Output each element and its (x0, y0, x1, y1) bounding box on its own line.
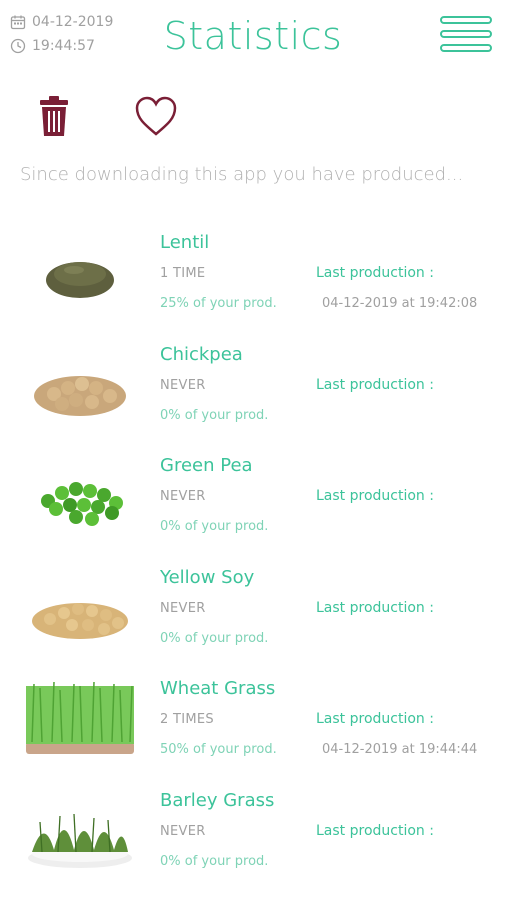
list-item-wheat-grass[interactable]: Wheat Grass 2 TIMES 50% of your prod. La… (0, 676, 506, 788)
item-times: NEVER (160, 377, 206, 393)
item-name: Barley Grass (160, 789, 275, 811)
chickpea-image (34, 375, 126, 416)
item-times: 2 TIMES (160, 712, 214, 728)
intro-text: Since downloading this app you have prod… (20, 164, 464, 185)
last-production-date: 04-12-2019 at 19:42:08 (322, 296, 478, 311)
list-item-green-pea[interactable]: Green Pea NEVER 0% of your prod. Last pr… (0, 453, 506, 565)
barley-grass-image (28, 813, 132, 868)
last-production-label: Last production : (316, 599, 434, 616)
item-times: 1 TIME (160, 266, 206, 281)
item-times: NEVER (160, 600, 206, 616)
item-percent: 0% of your prod. (160, 519, 269, 535)
item-name: Green Pea (160, 455, 253, 477)
list-item-chickpea[interactable]: Chickpea NEVER 0% of your prod. Last pro… (0, 342, 506, 454)
production-list: Lentil 1 TIME 25% of your prod. Last pro… (0, 230, 506, 900)
hamburger-menu-icon[interactable] (440, 16, 492, 56)
item-name: Lentil (160, 232, 210, 253)
item-percent: 50% of your prod. (160, 742, 277, 758)
last-production-label: Last production : (316, 711, 434, 728)
item-name: Chickpea (160, 343, 243, 365)
list-item-lentil[interactable]: Lentil 1 TIME 25% of your prod. Last pro… (0, 230, 506, 342)
item-percent: 25% of your prod. (160, 296, 277, 311)
item-percent: 0% of your prod. (160, 853, 269, 869)
last-production-label: Last production : (316, 822, 434, 839)
list-item-yellow-soy[interactable]: Yellow Soy NEVER 0% of your prod. Last p… (0, 565, 506, 677)
yellow-soy-image (32, 602, 128, 639)
lentil-image (46, 262, 114, 298)
last-production-label: Last production : (316, 488, 434, 505)
green-pea-image (41, 482, 123, 527)
page-title: Statistics (163, 14, 343, 58)
item-times: NEVER (160, 823, 206, 839)
trash-icon[interactable] (32, 94, 76, 138)
item-percent: 0% of your prod. (160, 407, 269, 423)
last-production-date: 04-12-2019 at 19:44:44 (322, 742, 478, 758)
last-production-label: Last production : (316, 376, 434, 393)
action-icons (32, 94, 178, 138)
list-item-barley-grass[interactable]: Barley Grass NEVER 0% of your prod. Last… (0, 788, 506, 900)
wheat-grass-image (26, 682, 134, 755)
item-name: Wheat Grass (160, 678, 276, 700)
item-name: Yellow Soy (160, 566, 255, 588)
last-production-label: Last production : (316, 265, 434, 281)
item-times: NEVER (160, 489, 206, 505)
item-percent: 0% of your prod. (160, 630, 269, 646)
heart-icon[interactable] (134, 94, 178, 138)
